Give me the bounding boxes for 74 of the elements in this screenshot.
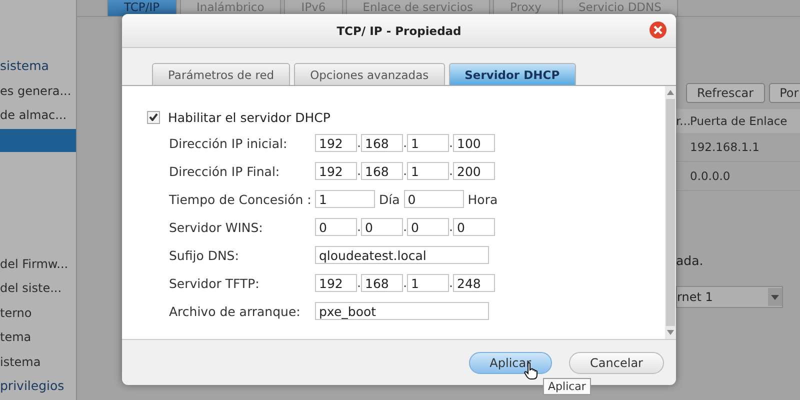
scroll-up-icon[interactable] <box>667 90 674 95</box>
tab[interactable]: Servidor DHCP <box>448 63 576 85</box>
unit-label: Hora <box>468 192 498 206</box>
octet-field[interactable]: 1 <box>407 134 449 152</box>
cancel-button[interactable]: Cancelar <box>569 352 664 374</box>
close-icon[interactable] <box>649 21 667 39</box>
dialog-title: TCP/ IP - Propiedad <box>336 24 462 38</box>
sidebar-item[interactable]: sistema <box>0 55 76 75</box>
dot-separator: . <box>357 136 361 150</box>
unit-label: Día <box>379 192 400 206</box>
sidebar-item[interactable]: tema <box>0 326 76 346</box>
tab[interactable]: Parámetros de red <box>152 63 290 85</box>
field-label: Dirección IP Final: <box>169 164 281 178</box>
dot-separator: . <box>403 276 407 290</box>
scroll-down-icon[interactable] <box>667 330 674 335</box>
input-field[interactable]: 1 <box>315 190 375 208</box>
dot-separator: . <box>449 276 453 290</box>
sidebar-item[interactable]: privilegios <box>0 375 76 396</box>
dot-separator: . <box>449 220 453 234</box>
field-label: Sufijo DNS: <box>169 248 240 262</box>
tab[interactable]: Opciones avanzadas <box>294 63 445 85</box>
octet-field[interactable]: 192 <box>315 162 357 180</box>
sidebar-item[interactable]: de almac... <box>0 104 76 124</box>
sidebar-item[interactable]: del Firmw... <box>0 252 76 272</box>
field-label: Tiempo de Concesión : <box>169 192 312 206</box>
dot-separator: . <box>449 136 453 150</box>
input-field[interactable]: qloudeatest.local <box>315 246 489 264</box>
checkbox[interactable] <box>147 110 160 124</box>
octet-field[interactable]: 192 <box>315 274 357 292</box>
octet-field[interactable]: 168 <box>361 134 403 152</box>
dot-separator: . <box>403 220 407 234</box>
field-label: Dirección IP inicial: <box>169 136 288 150</box>
input-field[interactable]: pxe_boot <box>315 302 489 320</box>
octet-field[interactable]: 248 <box>453 274 495 292</box>
field-label: Servidor TFTP: <box>169 276 260 290</box>
check-icon <box>149 113 158 121</box>
dot-separator: . <box>403 164 407 178</box>
octet-field[interactable]: 1 <box>407 274 449 292</box>
column-header: r... <box>676 114 690 128</box>
sidebar-item[interactable]: istema <box>0 350 76 370</box>
octet-field[interactable]: 0 <box>407 218 449 236</box>
scrollbar[interactable] <box>665 86 676 339</box>
octet-field[interactable]: 168 <box>361 162 403 180</box>
dot-separator: . <box>449 164 453 178</box>
note-text: ada. <box>676 253 704 268</box>
tooltip: Aplicar <box>543 378 591 395</box>
sidebar-item[interactable]: es genera... <box>0 80 76 100</box>
caret-icon <box>771 294 779 300</box>
field-label: Archivo de arranque: <box>169 304 302 318</box>
octet-field[interactable]: 1 <box>407 162 449 180</box>
octet-field[interactable]: 168 <box>361 274 403 292</box>
sidebar-item[interactable]: del siste... <box>0 277 76 297</box>
input-field[interactable]: 0 <box>404 190 464 208</box>
column-header: Puerta de Enlace <box>690 114 788 128</box>
octet-field[interactable]: 0 <box>361 218 403 236</box>
octet-field[interactable]: 100 <box>453 134 495 152</box>
apply-button[interactable]: Aplicar <box>468 352 552 374</box>
sidebar-item[interactable] <box>0 128 76 152</box>
octet-field[interactable]: 0 <box>315 218 357 236</box>
dot-separator: . <box>357 220 361 234</box>
table-cell-text: 0.0.0.0 <box>690 169 732 183</box>
field-label: Servidor WINS: <box>169 220 264 234</box>
toolbar-button[interactable]: Por <box>768 83 800 103</box>
select-field[interactable]: rnet 1 <box>676 286 783 308</box>
checkbox-label: Habilitar el servidor DHCP <box>168 110 330 124</box>
dot-separator: . <box>357 164 361 178</box>
dot-separator: . <box>403 136 407 150</box>
table-cell-text: 192.168.1.1 <box>690 140 760 154</box>
toolbar-button[interactable]: Refrescar <box>686 83 765 103</box>
dot-separator: . <box>357 276 361 290</box>
octet-field[interactable]: 192 <box>315 134 357 152</box>
sidebar-item[interactable]: terno <box>0 302 76 322</box>
octet-field[interactable]: 0 <box>453 218 495 236</box>
octet-field[interactable]: 200 <box>453 162 495 180</box>
